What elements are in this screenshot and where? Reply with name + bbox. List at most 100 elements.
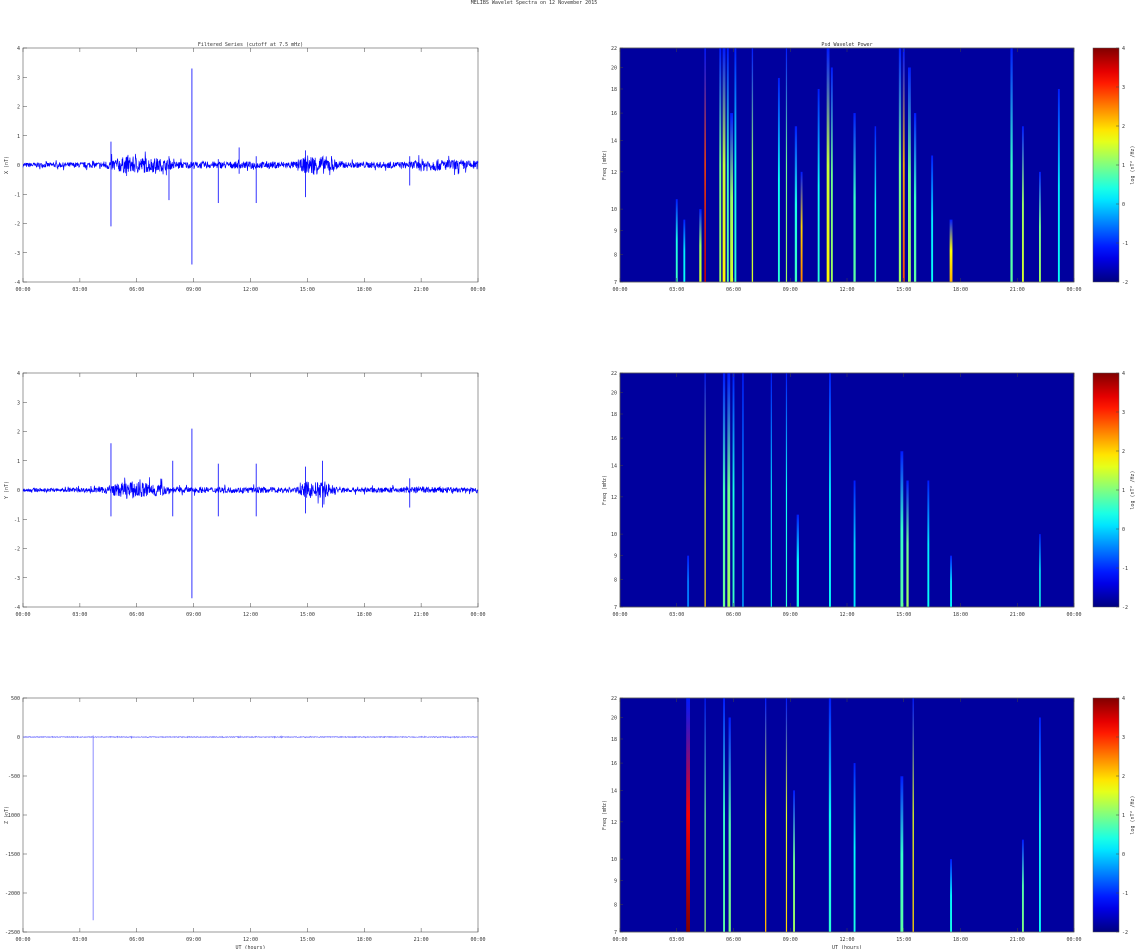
x-axis-label: UT (hours) <box>832 945 862 949</box>
y-tick-label: -2 <box>14 547 20 553</box>
power-streak <box>796 514 799 607</box>
y-axis-label: X (nT) <box>4 156 10 174</box>
y-tick-label: 22 <box>611 696 617 702</box>
power-streak <box>900 451 904 607</box>
power-streak <box>719 48 722 282</box>
y-tick-label: -2500 <box>5 930 20 936</box>
power-streak <box>794 126 798 282</box>
colorbar-tick-label: -1 <box>1122 891 1128 897</box>
chart-title: Psd Wavelet Power <box>821 42 872 48</box>
x-tick-label: 03:00 <box>669 937 684 943</box>
colorbar-tick-label: -2 <box>1122 930 1128 936</box>
power-streak <box>826 48 830 282</box>
x-tick-label: 15:00 <box>896 287 911 293</box>
x-tick-label: 12:00 <box>839 612 854 618</box>
x-tick-label: 00:00 <box>1066 612 1081 618</box>
colorbar-tick-label: 4 <box>1122 371 1125 377</box>
y-tick-label: 8 <box>614 903 617 909</box>
colorbar-tick-label: 2 <box>1122 774 1125 780</box>
y-tick-label: -2 <box>14 222 20 228</box>
power-streak <box>853 480 856 607</box>
x-tick-label: 12:00 <box>839 287 854 293</box>
power-streak <box>874 126 877 282</box>
y-tick-label: -500 <box>8 774 20 780</box>
colorbar-tick-label: 0 <box>1122 202 1125 208</box>
x-tick-label: 15:00 <box>896 612 911 618</box>
colorbar-tick-label: 0 <box>1122 852 1125 858</box>
colorbar-tick-label: 4 <box>1122 46 1125 52</box>
x-tick-label: 15:00 <box>300 612 315 618</box>
power-streak <box>777 77 780 282</box>
power-streak <box>927 480 930 607</box>
power-streak <box>699 209 702 282</box>
power-streak <box>785 48 788 282</box>
figure: MELIBS Wavelet Spectra on 12 November 20… <box>4 0 1136 949</box>
x-tick-label: 09:00 <box>783 287 798 293</box>
colorbar-tick-label: 3 <box>1122 735 1125 741</box>
x-tick-label: 06:00 <box>129 612 144 618</box>
y-tick-label: 20 <box>611 715 617 721</box>
x-tick-label: 12:00 <box>243 287 258 293</box>
power-streak <box>785 373 788 607</box>
power-streak <box>764 698 767 932</box>
y-tick-label: 18 <box>611 737 617 743</box>
x-tick-label: 09:00 <box>186 287 201 293</box>
power-streak <box>1057 89 1060 282</box>
power-streak <box>730 113 734 282</box>
x-tick-label: 03:00 <box>72 612 87 618</box>
x-tick-label: 06:00 <box>726 612 741 618</box>
x-tick-label: 21:00 <box>1010 937 1025 943</box>
y-tick-label: 14 <box>611 463 617 469</box>
power-streak <box>727 373 731 607</box>
x-tick-label: 00:00 <box>470 612 485 618</box>
chart-title: Filtered Series (cutoff at 7.5 mHz) <box>198 42 303 48</box>
x-tick-label: 12:00 <box>243 612 258 618</box>
power-streak <box>906 480 909 607</box>
x-tick-label: 18:00 <box>357 612 372 618</box>
power-streak <box>1010 48 1013 282</box>
power-streak <box>828 698 832 932</box>
x-tick-label: 00:00 <box>15 612 30 618</box>
y-tick-label: 14 <box>611 788 617 794</box>
y-tick-label: 9 <box>614 229 617 235</box>
colorbar-tick-label: -1 <box>1122 241 1128 247</box>
y-tick-label: 10 <box>611 532 617 538</box>
y-tick-label: 2 <box>17 105 20 111</box>
colorbar-tick-label: -1 <box>1122 566 1128 572</box>
x-tick-label: 21:00 <box>414 937 429 943</box>
colorbar <box>1092 697 1120 933</box>
x-tick-label: 00:00 <box>612 937 627 943</box>
x-tick-label: 18:00 <box>953 612 968 618</box>
colorbar-tick-label: 3 <box>1122 410 1125 416</box>
power-streak <box>1021 126 1024 282</box>
y-tick-label: 12 <box>611 495 617 501</box>
colorbar-label: log (nT² /Hz) <box>1130 145 1136 184</box>
x-tick-label: 18:00 <box>953 937 968 943</box>
x-tick-label: 12:00 <box>243 937 258 943</box>
power-streak <box>675 199 678 282</box>
y-tick-label: 16 <box>611 761 617 767</box>
power-streak <box>902 48 905 282</box>
y-tick-label: -1 <box>14 192 20 198</box>
power-streak <box>704 48 706 282</box>
power-streak <box>704 698 706 932</box>
power-streak <box>853 763 856 932</box>
y-tick-label: -3 <box>14 251 20 257</box>
power-streak <box>950 859 952 932</box>
power-streak <box>732 373 735 607</box>
y-tick-label: 20 <box>611 390 617 396</box>
y-tick-label: 0 <box>17 488 20 494</box>
y-tick-label: 1 <box>17 134 20 140</box>
power-streak <box>742 373 744 607</box>
x-tick-label: 06:00 <box>129 937 144 943</box>
x-tick-label: 18:00 <box>357 287 372 293</box>
y-axis-label: Z (nT) <box>4 806 10 824</box>
x-tick-label: 00:00 <box>1066 287 1081 293</box>
x-tick-label: 09:00 <box>186 612 201 618</box>
y-tick-label: -3 <box>14 576 20 582</box>
y-tick-label: 20 <box>611 65 617 71</box>
power-streak <box>950 555 952 607</box>
x-tick-label: 21:00 <box>414 612 429 618</box>
colorbar <box>1092 47 1120 283</box>
power-streak <box>686 698 690 932</box>
